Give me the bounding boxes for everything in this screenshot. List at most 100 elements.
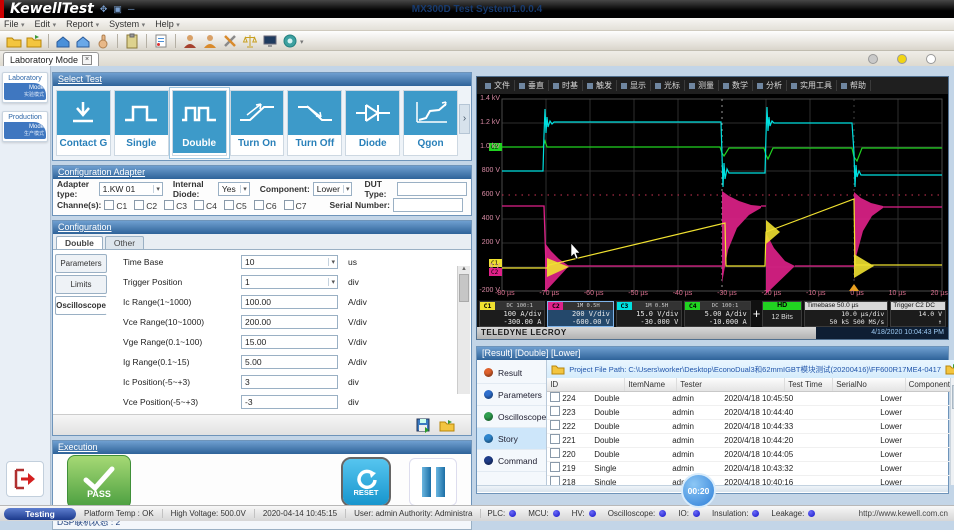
column-header[interactable]: Component — [906, 378, 951, 391]
menu-item[interactable]: Edit ▾ — [35, 19, 57, 29]
open-folder-icon[interactable] — [25, 32, 43, 49]
column-header[interactable]: Test Time — [785, 378, 833, 391]
scope-menu-item[interactable]: 垂直 — [515, 80, 549, 91]
component-select[interactable]: Lower▾ — [313, 182, 353, 196]
trigger-box[interactable]: Trigger C2 DC 14.0 V ↑ — [890, 301, 946, 327]
field-input[interactable]: 10▾ — [241, 255, 338, 269]
exit-button[interactable] — [6, 461, 44, 497]
adapter-type-select[interactable]: 1.KW 01▾ — [99, 182, 163, 196]
test-button-turn-off[interactable]: Turn Off — [287, 90, 342, 156]
channel-checkbox[interactable]: C4 — [194, 201, 217, 211]
save-icon[interactable] — [415, 417, 431, 433]
row-checkbox[interactable] — [550, 392, 560, 402]
table-row[interactable]: 224 Double admin 2020/4/18 10:45:50 Lowe… — [547, 392, 951, 406]
row-checkbox[interactable] — [550, 406, 560, 416]
scope-menu-item[interactable]: 分析 — [753, 80, 787, 91]
user-icon[interactable] — [201, 32, 219, 49]
tab-laboratory-mode[interactable]: Laboratory Mode × — [3, 52, 99, 66]
window-dot-gray[interactable] — [868, 54, 878, 64]
test-button-qgon[interactable]: Qgon — [403, 90, 458, 156]
field-input[interactable]: 15.00▾ — [241, 335, 338, 349]
menu-item[interactable]: System ▾ — [109, 19, 145, 29]
field-input[interactable]: 100.00▾ — [241, 295, 338, 309]
scope-menu-item[interactable]: 帮助 — [837, 80, 871, 91]
test-button-diode[interactable]: Diode — [345, 90, 400, 156]
internal-diode-select[interactable]: Yes▾ — [218, 182, 250, 196]
row-checkbox[interactable] — [550, 420, 560, 430]
table-row[interactable]: 219 Single admin 2020/4/18 10:43:32 Lowe… — [547, 462, 951, 476]
field-input[interactable]: 5.00▾ — [241, 355, 338, 369]
table-row[interactable]: 220 Double admin 2020/4/18 10:44:05 Lowe… — [547, 448, 951, 462]
table-row[interactable]: 222 Double admin 2020/4/18 10:44:33 Lowe… — [547, 420, 951, 434]
channel-box-c3[interactable]: C31M 0.5H 15.0 V/div-30.000 V — [616, 301, 682, 327]
column-header[interactable]: ID — [547, 378, 625, 391]
row-checkbox[interactable] — [550, 462, 560, 472]
config-scrollbar[interactable]: ▲ — [457, 266, 470, 394]
field-input[interactable]: 3▾ — [241, 375, 338, 389]
results-sidebar-item[interactable]: Result — [477, 362, 546, 384]
scope-menu-item[interactable]: 触发 — [583, 80, 617, 91]
column-header[interactable]: ItemName — [625, 378, 677, 391]
menu-item[interactable]: Report ▾ — [66, 19, 99, 29]
tools-icon[interactable] — [221, 32, 239, 49]
table-row[interactable]: 218 Single admin 2020/4/18 10:40:16 Lowe… — [547, 476, 951, 485]
scope-menu-item[interactable]: 显示 — [617, 80, 651, 91]
hand-test-icon[interactable] — [94, 32, 112, 49]
channel-checkbox[interactable]: C5 — [224, 201, 247, 211]
results-sidebar-item[interactable]: Command — [477, 450, 546, 472]
mode-card[interactable]: Laboratory Mode实验模式 — [2, 72, 48, 103]
camera-icon[interactable] — [281, 32, 299, 49]
channel-checkbox[interactable]: C2 — [134, 201, 157, 211]
scope-menu-item[interactable]: 数学 — [719, 80, 753, 91]
display-icon[interactable] — [261, 32, 279, 49]
config-side-tab[interactable]: Limits — [55, 275, 107, 294]
config-side-tab[interactable]: Parameters — [55, 254, 107, 273]
field-input[interactable]: -3▾ — [241, 395, 338, 409]
test-button-double[interactable]: Double — [172, 90, 227, 156]
field-input[interactable]: 1▾ — [241, 275, 338, 289]
field-input[interactable]: 200.00▾ — [241, 315, 338, 329]
tab-close-icon[interactable]: × — [82, 55, 92, 65]
channel-box-c4[interactable]: C4DC 100:1 5.00 A/div-10.000 A — [684, 301, 750, 327]
results-sidebar-item[interactable]: Oscilloscope — [477, 406, 546, 428]
scope-menu-item[interactable]: 测量 — [685, 80, 719, 91]
scope-menu-item[interactable]: 实用工具 — [787, 80, 837, 91]
timebase-box[interactable]: Timebase 50.0 µs 10.0 µs/div 50 kS 500 M… — [804, 301, 888, 327]
report-form-icon[interactable] — [152, 32, 170, 49]
channel-box-c2[interactable]: C21M 0.5H 200 V/div-600.00 V — [547, 301, 613, 327]
scope-menu-item[interactable]: 时基 — [549, 80, 583, 91]
results-sidebar-item[interactable]: Parameters — [477, 384, 546, 406]
dut-type-input[interactable] — [397, 182, 467, 196]
serial-number-input[interactable] — [393, 198, 463, 212]
channel-checkbox[interactable]: C1 — [104, 201, 127, 211]
results-sidebar-item[interactable]: Story — [477, 428, 546, 450]
config-tab[interactable]: Other — [105, 236, 144, 249]
reset-button[interactable]: RESET — [343, 459, 389, 505]
channel-box-c1[interactable]: C1DC 100:1 100 A/div-300.00 A — [479, 301, 545, 327]
row-checkbox[interactable] — [550, 434, 560, 444]
load-folder-icon[interactable] — [439, 417, 455, 433]
mode-card[interactable]: Production Mode生产模式 — [2, 111, 48, 142]
menu-item[interactable]: Help ▾ — [155, 19, 180, 29]
row-checkbox[interactable] — [550, 476, 560, 485]
column-header[interactable]: Tester — [677, 378, 785, 391]
open-folder-icon[interactable] — [945, 363, 954, 375]
user-admin-icon[interactable] — [181, 32, 199, 49]
channel-checkbox[interactable]: C7 — [284, 201, 307, 211]
column-header[interactable]: SerialNo — [833, 378, 905, 391]
config-tab[interactable]: Double — [56, 236, 103, 249]
export-report-icon[interactable] — [74, 32, 92, 49]
save-report-icon[interactable] — [54, 32, 72, 49]
scales-icon[interactable] — [241, 32, 259, 49]
window-dot-white[interactable] — [926, 54, 936, 64]
config-side-tab[interactable]: Oscilloscope — [55, 296, 107, 315]
table-row[interactable]: 221 Double admin 2020/4/18 10:44:20 Lowe… — [547, 434, 951, 448]
table-scrollbar[interactable]: ▲▼ — [950, 378, 954, 485]
channel-checkbox[interactable]: C6 — [254, 201, 277, 211]
pass-button[interactable]: PASS — [67, 455, 131, 509]
test-button-contact-g[interactable]: Contact G — [56, 90, 111, 156]
scope-menu-item[interactable]: 光标 — [651, 80, 685, 91]
clipboard-icon[interactable] — [123, 32, 141, 49]
menu-item[interactable]: File ▾ — [4, 19, 25, 29]
window-dot-yellow[interactable] — [897, 54, 907, 64]
